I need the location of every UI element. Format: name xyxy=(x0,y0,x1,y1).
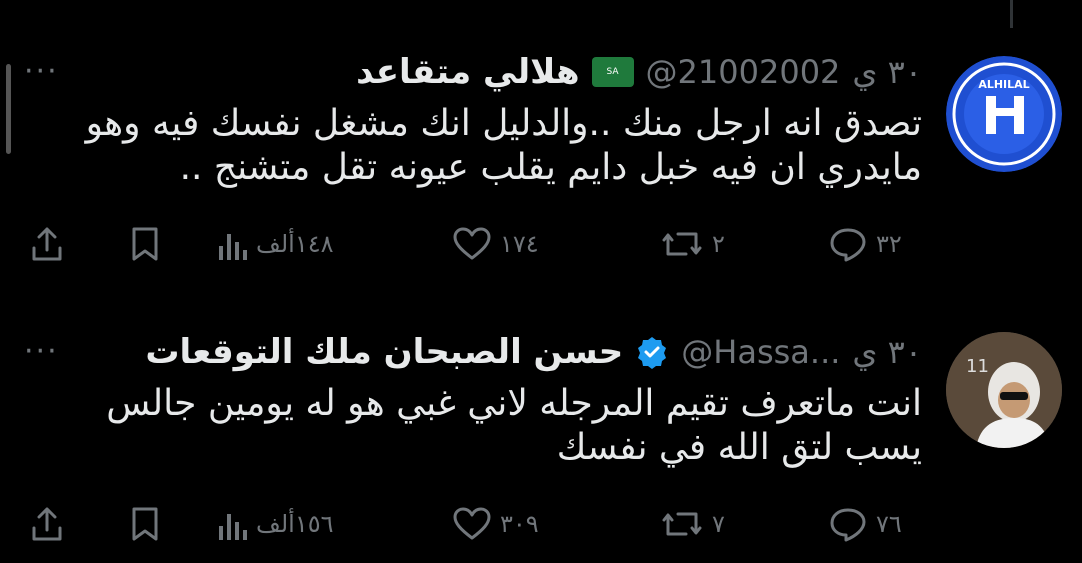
more-options-icon[interactable]: ··· xyxy=(24,54,59,89)
tweet-header: حسن الصبحان ملك التوقعات @Hassa... ٣٠ ي xyxy=(145,330,922,374)
like-count: ١٧٤ xyxy=(500,230,539,258)
tweet-text: انت ماتعرف تقيم المرجله لاني غبي هو له ي… xyxy=(106,383,922,468)
retweet-count: ٧ xyxy=(712,510,725,538)
view-count: ١٤٨ألف xyxy=(256,230,334,258)
avatar[interactable]: 11 xyxy=(946,332,1062,448)
retweet-button[interactable]: ٢ xyxy=(660,226,725,262)
bookmark-button[interactable] xyxy=(130,226,160,262)
views-chart-icon xyxy=(219,514,247,540)
more-options-icon[interactable]: ··· xyxy=(24,334,59,369)
like-button[interactable]: ٣٠٩ xyxy=(452,506,539,542)
verified-badge-icon xyxy=(638,337,667,369)
tweet[interactable]: 11 حسن الصبحان ملك التوقعات @Hassa... ٣٠… xyxy=(0,320,1082,563)
share-button[interactable] xyxy=(30,226,64,262)
reply-button[interactable]: ٧٦ xyxy=(828,506,902,542)
reply-icon xyxy=(830,508,866,542)
like-count: ٣٠٩ xyxy=(500,510,539,538)
share-button[interactable] xyxy=(30,506,64,542)
retweet-icon xyxy=(662,232,702,256)
username[interactable]: @21002002 xyxy=(646,53,841,91)
username[interactable]: @Hassa... xyxy=(681,333,840,371)
bookmark-icon xyxy=(132,227,158,261)
avatar-text: ALHILAL xyxy=(978,78,1029,91)
tweet-header: هلالي متقاعد SA @21002002 ٣٠ ي xyxy=(356,50,922,94)
like-button[interactable]: ١٧٤ xyxy=(452,226,539,262)
saudi-flag-icon: SA xyxy=(591,57,634,87)
views-button[interactable]: ١٤٨ألف xyxy=(216,226,334,262)
timestamp[interactable]: ٣٠ ي xyxy=(852,333,922,371)
share-icon xyxy=(32,227,62,261)
retweet-button[interactable]: ٧ xyxy=(660,506,725,542)
share-icon xyxy=(32,507,62,541)
tweet-actions: ٣٢ ٢ ١٧٤ ١٤٨ألف xyxy=(0,226,1082,266)
avatar[interactable]: ALHILAL xyxy=(946,56,1062,172)
timestamp[interactable]: ٣٠ ي xyxy=(852,53,922,91)
bookmark-icon xyxy=(132,507,158,541)
reply-button[interactable]: ٣٢ xyxy=(828,226,902,262)
avatar-text: 11 xyxy=(966,356,989,377)
reply-icon xyxy=(830,228,866,262)
views-button[interactable]: ١٥٦ألف xyxy=(216,506,334,542)
retweet-count: ٢ xyxy=(712,230,725,258)
bookmark-button[interactable] xyxy=(130,506,160,542)
view-count: ١٥٦ألف xyxy=(256,510,334,538)
retweet-icon xyxy=(662,512,702,536)
reply-count: ٧٦ xyxy=(876,510,902,538)
flag-label: SA xyxy=(606,67,619,77)
display-name[interactable]: هلالي متقاعد xyxy=(356,52,579,92)
user-photo-icon: 11 xyxy=(946,332,1062,448)
tweet[interactable]: ALHILAL هلالي متقاعد SA @21002002 ٣٠ ي ·… xyxy=(0,40,1082,280)
tweet-actions: ٧٦ ٧ ٣٠٩ ١٥٦ألف xyxy=(0,506,1082,546)
alhilal-logo-icon: ALHILAL xyxy=(946,56,1062,172)
thread-line xyxy=(1010,0,1013,28)
heart-icon xyxy=(453,227,491,260)
views-chart-icon xyxy=(219,234,247,260)
display-name[interactable]: حسن الصبحان ملك التوقعات xyxy=(145,332,623,372)
reply-count: ٣٢ xyxy=(876,230,902,258)
tweet-text: تصدق انه ارجل منك ..والدليل انك مشغل نفس… xyxy=(85,103,922,188)
heart-icon xyxy=(453,507,491,540)
